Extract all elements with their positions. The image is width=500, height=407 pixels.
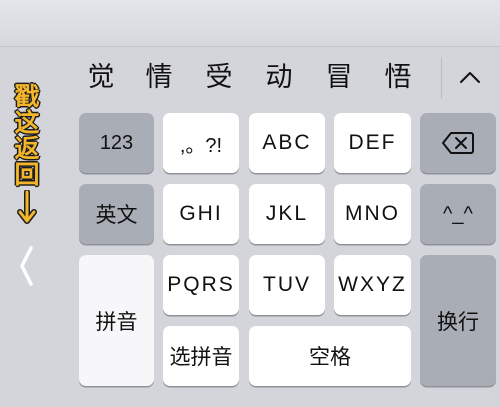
annotation-char: 戳	[14, 82, 40, 111]
english-key[interactable]: 英文	[79, 184, 154, 244]
mno-key[interactable]: MNO	[334, 184, 411, 244]
key-label: JKL	[265, 202, 309, 225]
candidate-item[interactable]: 情	[136, 61, 182, 95]
candidate-divider	[441, 57, 442, 99]
annotation-char: 回	[14, 160, 40, 189]
annotation-text: 戳 这 返 回	[12, 84, 42, 188]
down-arrow-icon	[17, 190, 37, 224]
key-label: 空格	[309, 345, 351, 369]
delete-key[interactable]	[420, 113, 496, 173]
collapse-candidates-button[interactable]	[448, 55, 492, 101]
punctuation-key[interactable]: ,。?!	[163, 113, 239, 173]
chevron-up-icon	[460, 72, 480, 83]
annotation-char: 这	[14, 108, 40, 137]
candidate-item[interactable]: 动	[256, 61, 302, 95]
tuv-key[interactable]: TUV	[249, 255, 325, 315]
def-key[interactable]: DEF	[334, 113, 411, 173]
key-label: WXYZ	[338, 273, 407, 296]
key-label: 换行	[437, 309, 479, 334]
key-label: ,。?!	[179, 134, 223, 157]
key-label: 英文	[95, 203, 138, 227]
numbers-key[interactable]: 123	[79, 113, 154, 173]
wxyz-key[interactable]: WXYZ	[334, 255, 411, 315]
pqrs-key[interactable]: PQRS	[163, 255, 239, 315]
key-label: 123	[99, 131, 134, 154]
jkl-key[interactable]: JKL	[249, 184, 325, 244]
ghi-key[interactable]: GHI	[163, 184, 239, 244]
candidate-item[interactable]: 冒	[316, 61, 362, 95]
app-content-strip	[0, 0, 500, 46]
pinyin-key[interactable]: 拼音	[79, 255, 154, 386]
key-label: ^_^	[443, 202, 473, 225]
backspace-icon	[442, 132, 474, 154]
newline-key[interactable]: 换行	[420, 255, 496, 386]
emoticon-key[interactable]: ^_^	[420, 184, 496, 244]
key-label: ABC	[262, 131, 312, 154]
key-label: PQRS	[167, 273, 235, 296]
candidate-item[interactable]: 悟	[375, 61, 421, 95]
abc-key[interactable]: ABC	[249, 113, 325, 173]
space-key[interactable]: 空格	[249, 326, 411, 386]
key-label: DEF	[348, 131, 397, 154]
key-label: MNO	[345, 202, 400, 225]
candidate-item[interactable]: 受	[196, 61, 242, 95]
candidate-item[interactable]: 觉	[78, 61, 124, 95]
annotation-char: 返	[14, 134, 40, 163]
key-label: TUV	[263, 273, 311, 296]
key-label: 选拼音	[169, 345, 233, 369]
chevron-left-icon[interactable]	[16, 244, 38, 288]
select-pinyin-key[interactable]: 选拼音	[163, 326, 239, 386]
key-label: 拼音	[95, 309, 138, 334]
candidate-bar: 觉 情 受 动 冒 悟	[0, 47, 500, 109]
key-label: GHI	[179, 202, 223, 225]
